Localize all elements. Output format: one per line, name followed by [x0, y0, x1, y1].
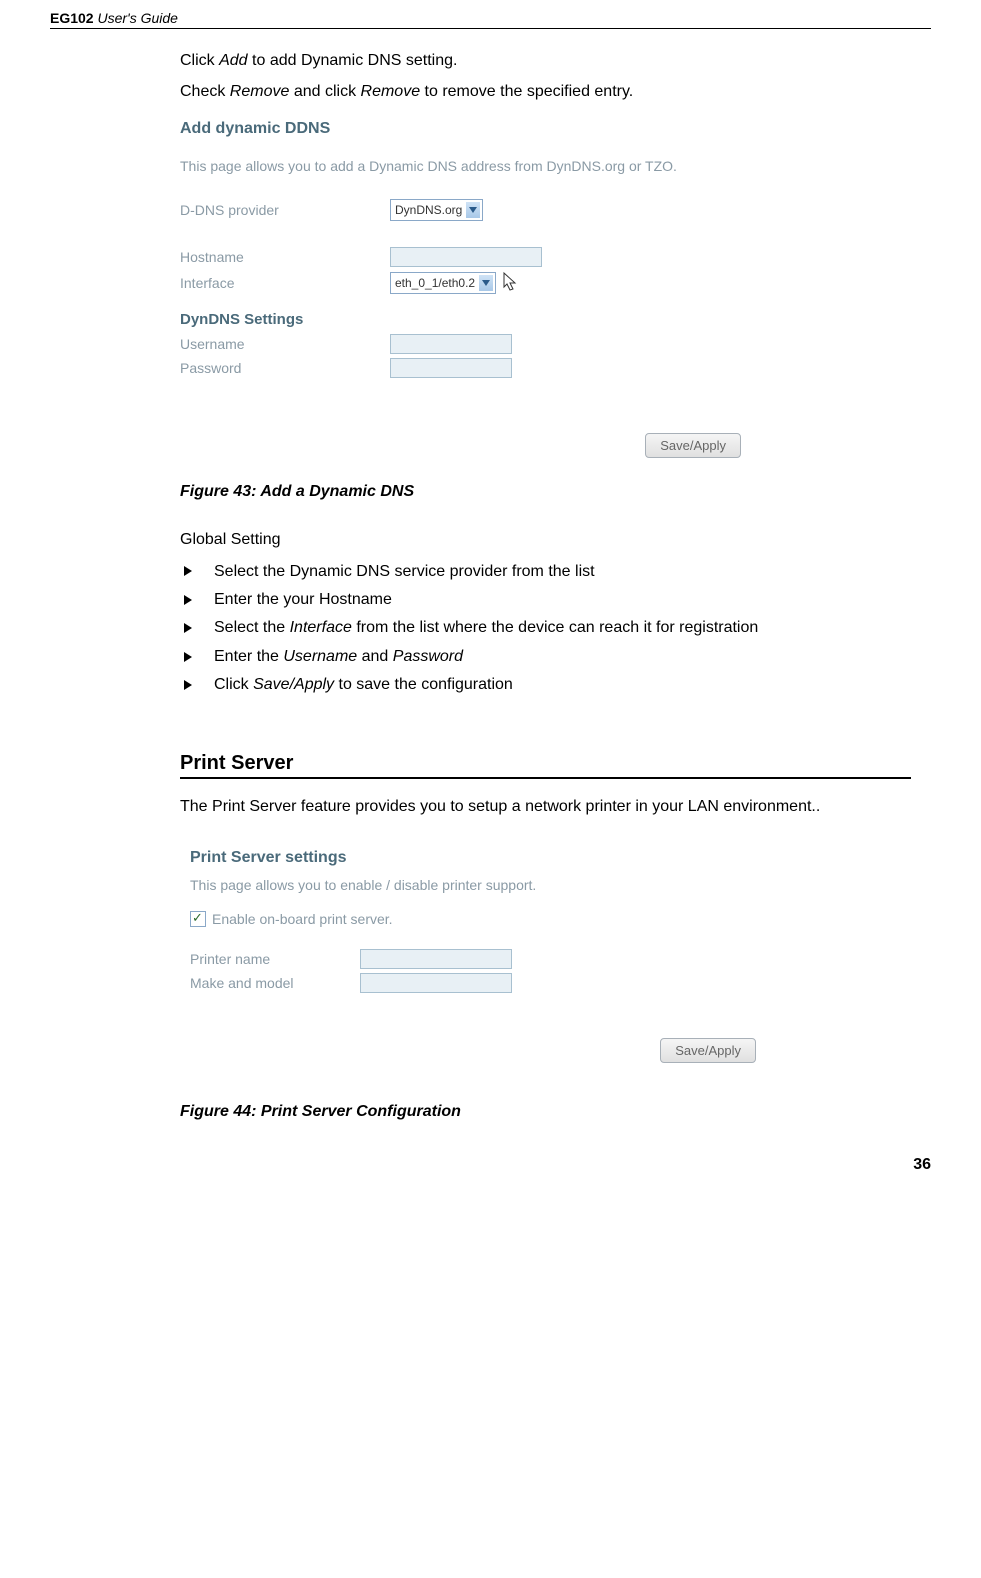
screenshot-add-ddns: Add dynamic DDNS This page allows you to… [180, 120, 911, 458]
header-title: EG102 User's Guide [50, 10, 178, 26]
make-model-input[interactable] [360, 973, 512, 993]
intro-line1: Click Add to add Dynamic DNS setting. [180, 49, 911, 74]
printer-name-label: Printer name [190, 951, 360, 967]
print-server-heading: Print Server [180, 752, 911, 775]
header-suffix: User's Guide [97, 10, 177, 26]
figure-43-caption: Figure 43: Add a Dynamic DNS [180, 483, 911, 501]
username-input[interactable] [390, 334, 512, 354]
ss1-desc: This page allows you to add a Dynamic DN… [180, 158, 911, 174]
section-rule [180, 777, 911, 779]
username-label: Username [180, 336, 390, 352]
provider-value: DynDNS.org [395, 203, 462, 217]
triangle-bullet-icon [180, 646, 214, 668]
list-item: Click Save/Apply to save the configurati… [180, 674, 911, 696]
row-hostname: Hostname [180, 247, 911, 267]
intro-line2: Check Remove and click Remove to remove … [180, 80, 911, 105]
bullet-list: Select the Dynamic DNS service provider … [180, 561, 911, 697]
triangle-bullet-icon [180, 674, 214, 696]
row-printer-name: Printer name [190, 949, 911, 969]
triangle-bullet-icon [180, 589, 214, 611]
printer-name-input[interactable] [360, 949, 512, 969]
screenshot-print-server: Print Server settings This page allows y… [190, 849, 911, 1063]
provider-label: D-DNS provider [180, 202, 390, 218]
ss2-title: Print Server settings [190, 849, 911, 867]
header-product: EG102 [50, 10, 94, 26]
page-header: EG102 User's Guide [50, 10, 931, 29]
ss1-subsection: DynDNS Settings [180, 311, 911, 328]
password-input[interactable] [390, 358, 512, 378]
cursor-icon [502, 271, 520, 296]
print-server-desc: The Print Server feature provides you to… [180, 795, 911, 820]
list-item: Enter the your Hostname [180, 589, 911, 611]
global-setting-title: Global Setting [180, 531, 911, 549]
triangle-bullet-icon [180, 561, 214, 583]
row-username: Username [180, 334, 911, 354]
row-password: Password [180, 358, 911, 378]
list-item: Enter the Username and Password [180, 646, 911, 668]
enable-print-checkbox[interactable] [190, 911, 206, 927]
ss1-title: Add dynamic DDNS [180, 120, 911, 138]
password-label: Password [180, 360, 390, 376]
triangle-bullet-icon [180, 617, 214, 639]
row-make-model: Make and model [190, 973, 911, 993]
provider-dropdown[interactable]: DynDNS.org [390, 199, 483, 221]
list-item: Select the Dynamic DNS service provider … [180, 561, 911, 583]
row-provider: D-DNS provider DynDNS.org [180, 199, 911, 221]
figure-44-caption: Figure 44: Print Server Configuration [180, 1103, 911, 1121]
enable-print-label: Enable on-board print server. [212, 911, 393, 927]
save-apply-button[interactable]: Save/Apply [660, 1038, 756, 1063]
hostname-input[interactable] [390, 247, 542, 267]
chevron-down-icon [479, 275, 493, 291]
save-apply-button[interactable]: Save/Apply [645, 433, 741, 458]
make-model-label: Make and model [190, 975, 360, 991]
page-number: 36 [50, 1156, 931, 1174]
list-item: Select the Interface from the list where… [180, 617, 911, 639]
interface-label: Interface [180, 275, 390, 291]
hostname-label: Hostname [180, 249, 390, 265]
row-interface: Interface eth_0_1/eth0.2 [180, 271, 911, 296]
row-enable-print: Enable on-board print server. [190, 911, 911, 927]
interface-value: eth_0_1/eth0.2 [395, 276, 475, 290]
interface-dropdown[interactable]: eth_0_1/eth0.2 [390, 272, 496, 294]
chevron-down-icon [466, 202, 480, 218]
ss2-desc: This page allows you to enable / disable… [190, 877, 911, 893]
